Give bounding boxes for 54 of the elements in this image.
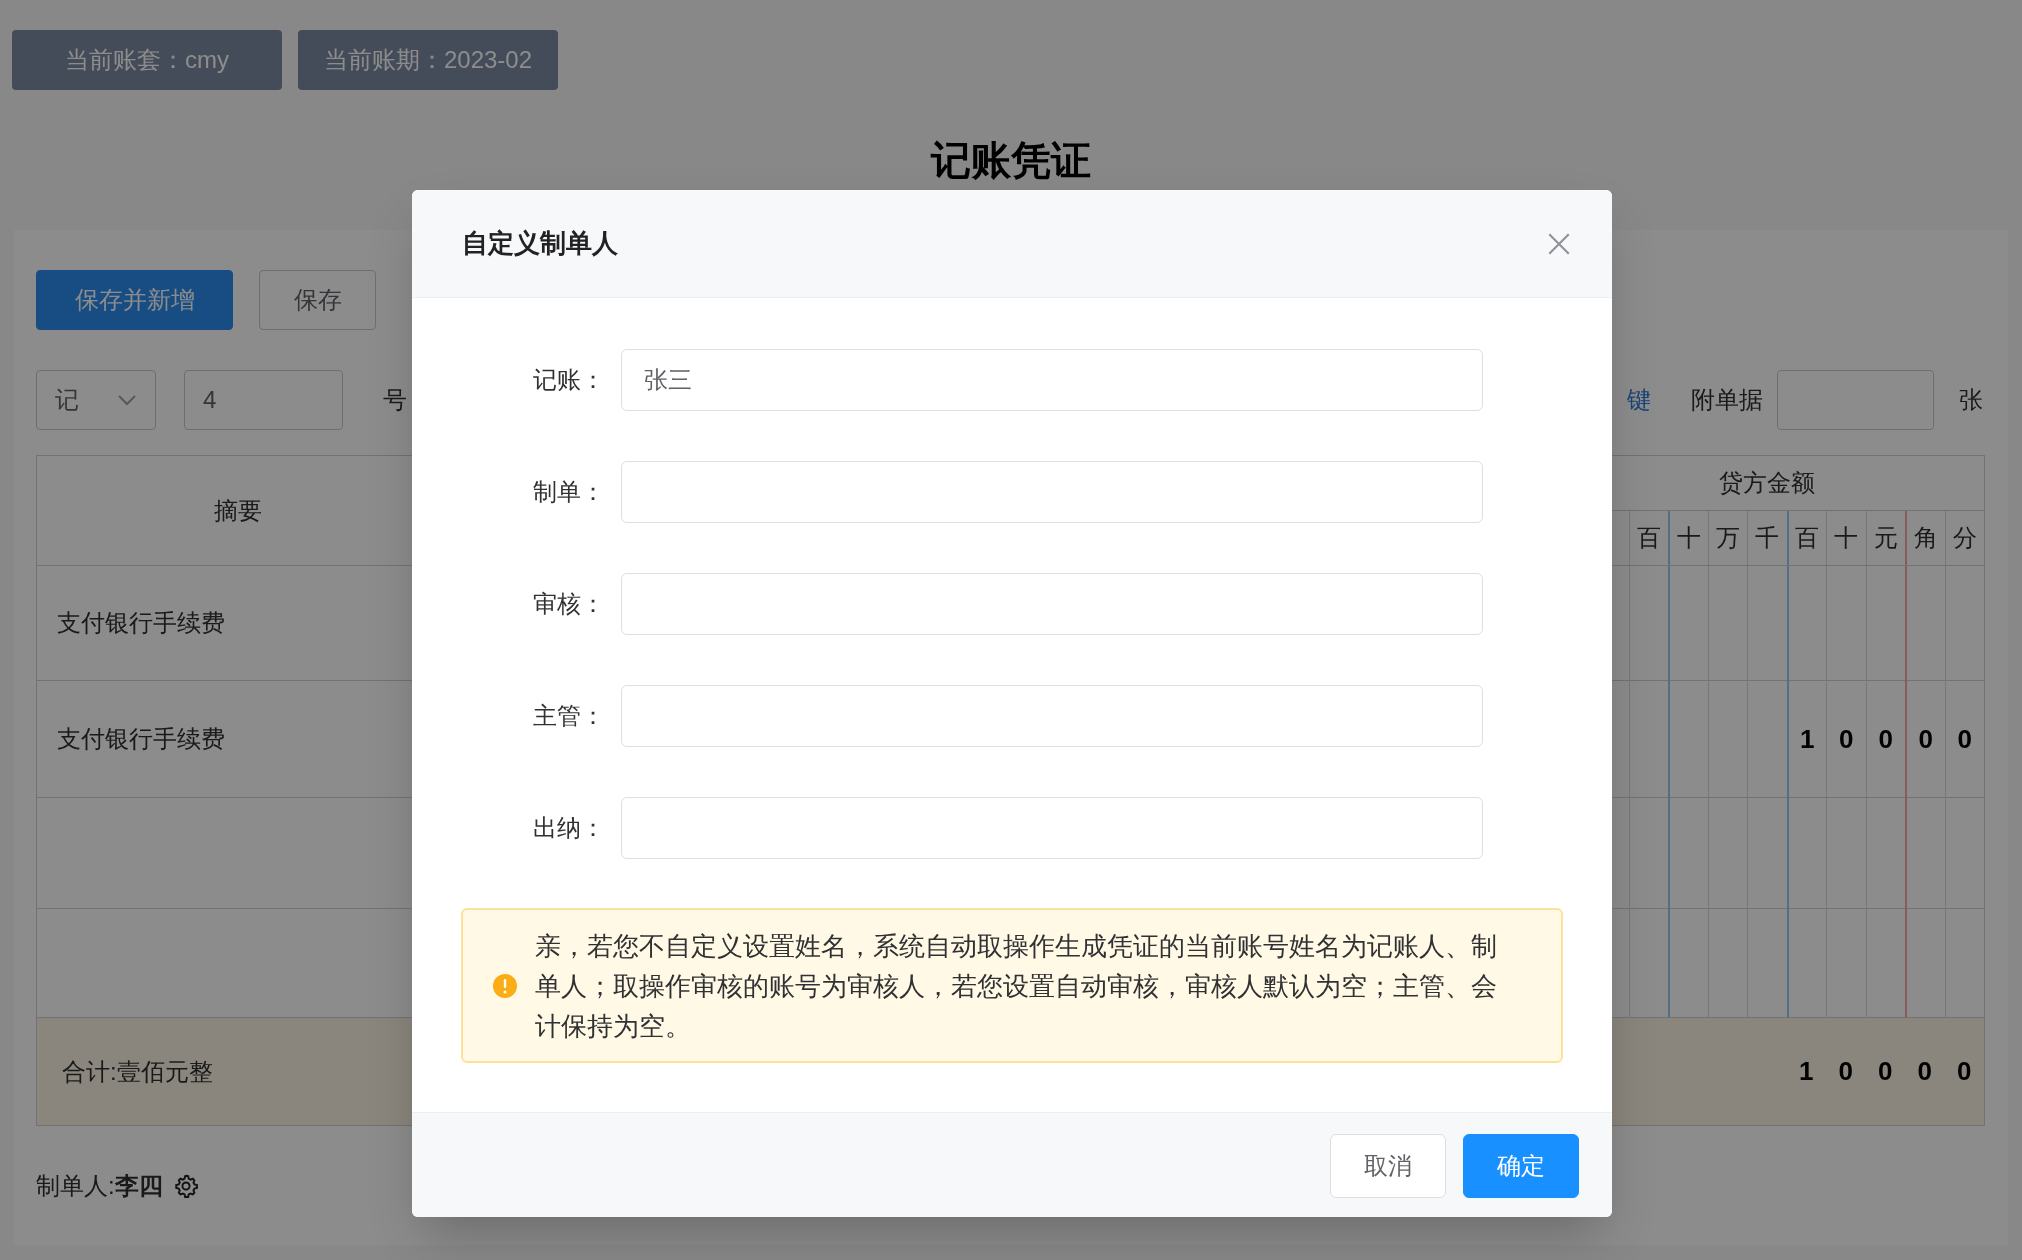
digit-header: 十	[1676, 522, 1701, 553]
name-input-field[interactable]	[621, 461, 1483, 523]
chevron-down-icon	[117, 394, 137, 406]
name-input-field[interactable]	[621, 685, 1483, 747]
number-suffix: 号	[383, 385, 407, 415]
page-title: 记账凭证	[931, 137, 1091, 184]
shortcut-link[interactable]: 键	[1623, 382, 1651, 418]
amount-digit: 0	[1878, 723, 1893, 756]
attachments-label: 附单据	[1691, 385, 1763, 415]
attachments-field[interactable]	[1777, 370, 1934, 430]
voucher-type-select[interactable]: 记	[36, 370, 156, 430]
name-input-field[interactable]	[621, 573, 1483, 635]
dialog-title: 自定义制单人	[462, 227, 618, 260]
cancel-button[interactable]: 取消	[1330, 1134, 1446, 1198]
field-label: 制单：	[533, 477, 605, 507]
field-label: 主管：	[533, 701, 605, 731]
save-and-new-button[interactable]: 保存并新增	[36, 270, 233, 330]
digit-header: 千	[1755, 522, 1780, 553]
digit-header: 元	[1873, 522, 1898, 553]
save-button[interactable]: 保存	[259, 270, 376, 330]
amount-digit: 1	[1800, 723, 1815, 756]
digit-header: 角	[1913, 522, 1938, 553]
attachments-suffix: 张	[1959, 385, 1983, 415]
amount-digit: 0	[1918, 723, 1933, 756]
summary-cell-text: 支付银行手续费	[57, 724, 225, 754]
amount-digit: 1	[1799, 1055, 1814, 1088]
amount-digit: 0	[1957, 723, 1972, 756]
digit-header: 分	[1952, 522, 1977, 553]
notice-text: 亲，若您不自定义设置姓名，系统自动取操作生成凭证的当前账号姓名为记账人、制单人；取操作审核的账号为审核人，若您设置自动审核，审核人默认为空；主管、会计保持为空。	[535, 929, 1498, 1043]
account-tag: 当前账套：cmy	[12, 30, 282, 90]
digit-header: 百	[1636, 522, 1661, 553]
preparer-text: 制单人:李四	[36, 1171, 163, 1201]
digit-header: 十	[1834, 522, 1859, 553]
field-label: 记账：	[533, 365, 605, 395]
amount-digit: 0	[1957, 1055, 1972, 1088]
field-label: 出纳：	[533, 813, 605, 843]
account-tag: 当前账期：2023-02	[298, 30, 558, 90]
amount-digit: 0	[1917, 1055, 1932, 1088]
digit-header: 百	[1795, 522, 1820, 553]
digit-header: 万	[1715, 522, 1740, 553]
confirm-button[interactable]: 确定	[1463, 1134, 1579, 1198]
name-input-field[interactable]: 张三	[621, 349, 1483, 411]
amount-digit: 0	[1838, 1055, 1853, 1088]
settings-icon[interactable]	[172, 1173, 199, 1199]
warning-icon	[493, 973, 517, 998]
field-label: 审核：	[533, 589, 605, 619]
column-header: 摘要	[213, 495, 262, 526]
total-label: 合计:壹佰元整	[62, 1056, 213, 1087]
voucher-number-field[interactable]: 4	[184, 370, 343, 430]
name-input-field[interactable]	[621, 797, 1483, 859]
column-header: 贷方金额	[1719, 467, 1816, 498]
amount-digit: 0	[1839, 723, 1854, 756]
amount-digit: 0	[1878, 1055, 1893, 1088]
summary-cell-text: 支付银行手续费	[57, 608, 225, 638]
